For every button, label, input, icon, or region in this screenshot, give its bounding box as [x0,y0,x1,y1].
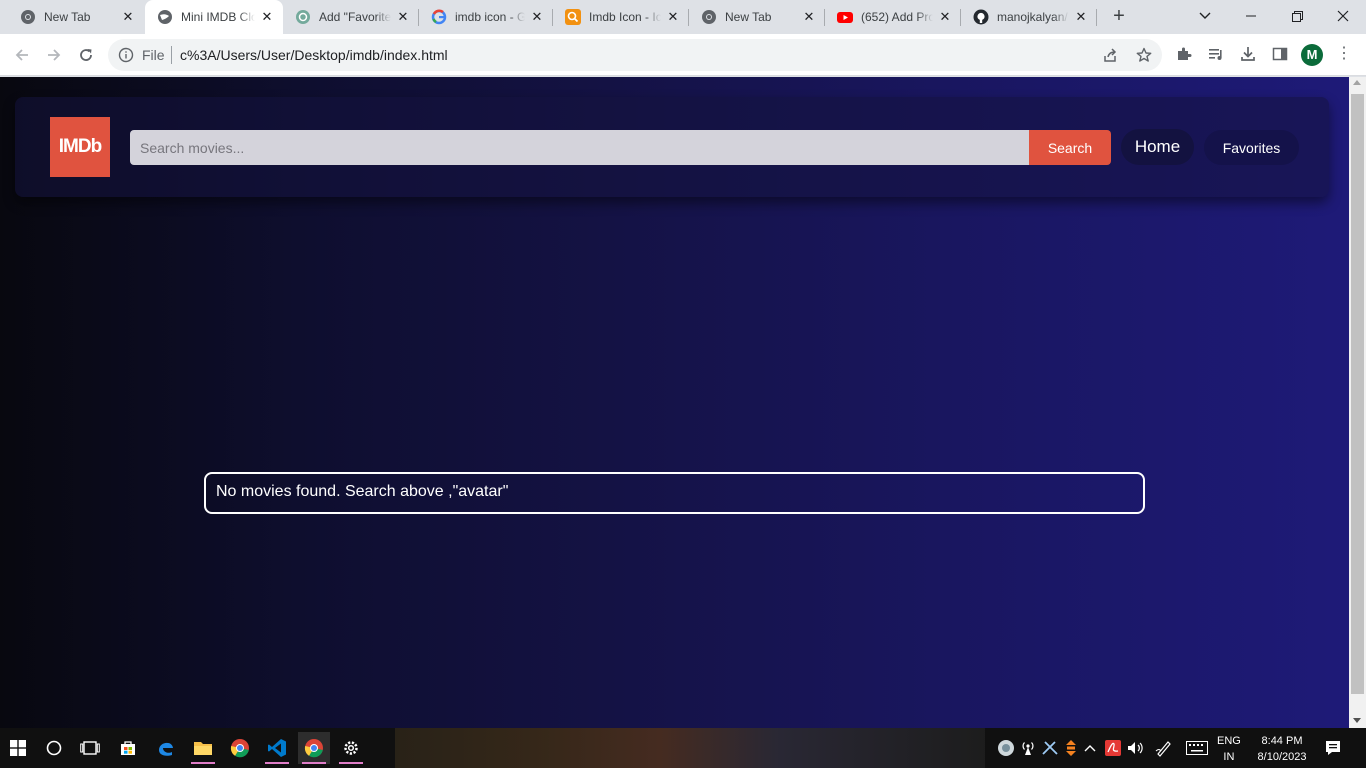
profile-avatar[interactable]: M [1301,44,1323,66]
site-header: IMDb Search Home Favorites [15,97,1329,197]
close-tab-icon[interactable]: ✕ [937,9,953,25]
media-queue-icon[interactable] [1205,43,1227,65]
tab-title: imdb icon - Google Search [455,10,525,24]
tab-title: (652) Add Product [861,10,933,24]
imdb-logo[interactable]: IMDb [50,117,110,177]
search-orange-icon [565,9,581,25]
share-icon[interactable] [1100,45,1120,65]
file-explorer-icon[interactable] [187,732,219,764]
close-tab-icon[interactable]: ✕ [1073,9,1089,25]
tab-new-tab-2[interactable]: New Tab ✕ [689,0,825,34]
pen-workspace-icon[interactable] [1154,738,1174,758]
tab-title: Imdb Icon - Iconfinder [589,10,661,24]
chrome-icon [20,9,36,25]
reload-icon[interactable] [73,42,99,68]
chrome-active-taskbar-icon[interactable] [298,732,330,764]
tab-google-search[interactable]: imdb icon - Google Search ✕ [419,0,553,34]
tab-youtube[interactable]: (652) Add Product ✕ [825,0,961,34]
more-menu-icon[interactable]: ⋮ [1334,43,1354,65]
youtube-icon [837,9,853,25]
address-bar[interactable]: File c%3A/Users/User/Desktop/imdb/index.… [108,39,1162,71]
tab-new-tab-1[interactable]: New Tab ✕ [8,0,144,34]
close-tab-icon[interactable]: ✕ [395,9,411,25]
tab-mini-imdb[interactable]: Mini IMDB Clone ✕ [145,0,283,34]
forward-arrow-icon[interactable] [41,42,67,68]
favorites-button[interactable]: Favorites [1204,130,1299,165]
scroll-thumb[interactable] [1351,94,1364,694]
search-button[interactable]: Search [1029,130,1111,165]
edge-browser-icon[interactable] [150,732,182,764]
clock-time: 8:44 PM [1261,735,1303,747]
volume-icon[interactable] [1126,738,1146,758]
taskbar-wallpaper-strip [395,728,985,768]
vscode-icon[interactable] [261,732,293,764]
show-hidden-icons-chevron[interactable] [1080,738,1100,758]
page-scrollbar[interactable] [1349,77,1366,728]
microsoft-store-icon[interactable] [112,732,144,764]
close-tab-icon[interactable]: ✕ [801,9,817,25]
side-panel-icon[interactable] [1269,43,1291,65]
tab-title: manojkalyan/ [997,10,1068,24]
touch-keyboard-icon[interactable] [1185,738,1209,758]
network-tools-icon[interactable] [1040,738,1060,758]
scheme-label: File [142,47,165,63]
region-code: IN [1223,751,1235,763]
orange-tray-icon[interactable] [1061,738,1081,758]
tab-github[interactable]: manojkalyan/ ✕ [961,0,1097,34]
close-tab-icon[interactable]: ✕ [259,9,275,25]
tab-title: Mini IMDB Clone [181,10,255,24]
browser-tab-strip: New Tab ✕ Mini IMDB Clone ✕ Add "Favorit… [0,0,1366,34]
running-indicator [191,762,215,764]
tray-app-icon[interactable] [996,738,1016,758]
running-indicator [265,762,289,764]
close-tab-icon[interactable]: ✕ [665,9,681,25]
back-arrow-icon[interactable] [9,42,35,68]
tab-title: New Tab [725,10,772,24]
tab-chatgpt[interactable]: Add "Favorites" ✕ [283,0,419,34]
tab-iconfinder[interactable]: Imdb Icon - Iconfinder ✕ [553,0,689,34]
notification-center-icon[interactable] [1323,738,1343,758]
clock-date: 8/10/2023 [1257,751,1307,763]
cortana-search-icon[interactable] [38,732,70,764]
page-viewport: IMDb Search Home Favorites No movies fou… [0,77,1349,728]
new-tab-button[interactable]: + [1107,5,1131,29]
windows-taskbar: ENG IN 8:44 PM 8/10/2023 [0,728,1366,768]
globe-icon [157,9,173,25]
system-clock[interactable]: 8:44 PM 8/10/2023 [1247,733,1317,765]
google-icon [431,9,447,25]
hotspot-icon[interactable] [1018,738,1038,758]
close-tab-icon[interactable]: ✕ [529,9,545,25]
browser-toolbar: File c%3A/Users/User/Desktop/imdb/index.… [0,34,1366,76]
bookmark-star-icon[interactable] [1134,45,1154,65]
tab-search-chevron-icon[interactable] [1182,0,1228,32]
acrobat-tray-icon[interactable] [1103,738,1123,758]
tab-title: New Tab [44,10,91,24]
running-indicator [302,762,326,764]
no-results-message: No movies found. Search above ,"avatar" [204,472,1145,514]
url-text[interactable]: c%3A/Users/User/Desktop/imdb/index.html [180,47,448,63]
language-indicator[interactable]: ENG IN [1217,733,1241,765]
restore-icon[interactable] [1274,0,1320,32]
language-code: ENG [1217,735,1241,747]
info-icon[interactable] [118,47,134,63]
close-tab-icon[interactable]: ✕ [120,9,136,25]
extensions-puzzle-icon[interactable] [1173,43,1195,65]
chrome-taskbar-icon[interactable] [224,732,256,764]
scroll-down-arrow-icon[interactable] [1353,718,1361,723]
minimize-icon[interactable] [1228,0,1274,32]
download-icon[interactable] [1237,43,1259,65]
address-divider [171,46,172,64]
task-view-icon[interactable] [74,732,106,764]
windows-start-icon[interactable] [2,732,34,764]
chatgpt-icon [295,9,311,25]
close-window-icon[interactable] [1320,0,1366,32]
github-icon [973,9,989,25]
chrome-icon [701,9,717,25]
home-button[interactable]: Home [1121,129,1194,165]
running-indicator [339,762,363,764]
scroll-up-arrow-icon[interactable] [1353,80,1361,85]
tab-title: Add "Favorites" [319,10,391,24]
search-input[interactable] [130,130,1030,165]
settings-gear-icon[interactable] [335,732,367,764]
